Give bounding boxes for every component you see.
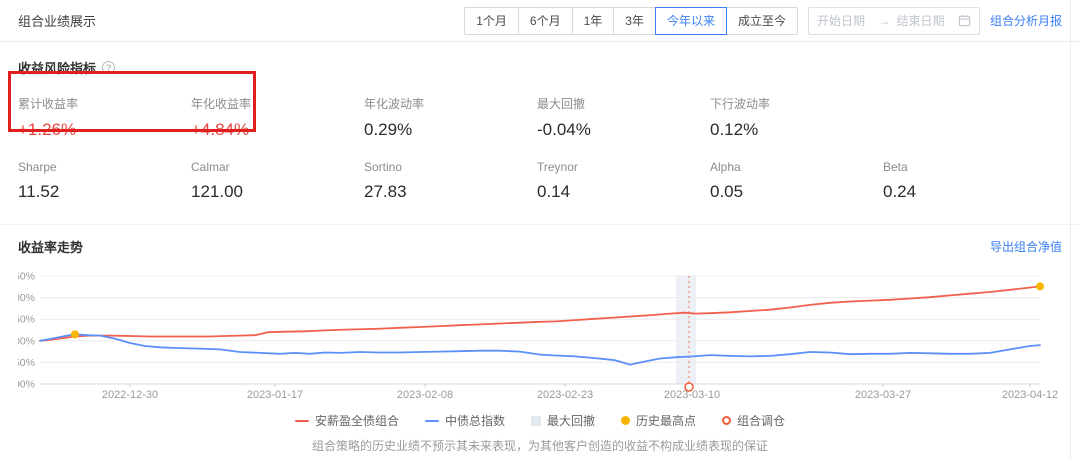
risk-metrics-section: 收益风险指标 ? 累计收益率 +1.26%年化收益率 +4.84%年化波动率 0.29… — [0, 42, 1080, 224]
legend-item-2[interactable]: 最大回撤 — [531, 412, 595, 429]
portfolio-performance-panel: 组合业绩展示 1个月6个月1年3年今年以来成立至今 开始日期 → 结束日期 组合… — [0, 0, 1080, 460]
panel-header: 组合业绩展示 1个月6个月1年3年今年以来成立至今 开始日期 → 结束日期 组合… — [0, 0, 1080, 42]
metric-Sortino: Sortino 27.83 — [364, 160, 537, 202]
y-axis-label: -0.50% — [18, 357, 35, 369]
chart-legend: 安薪盈全债组合 中债总指数 最大回撤 历史最高点 组合调仓 — [18, 412, 1062, 429]
x-axis-label: 2023-02-23 — [537, 389, 593, 401]
legend-label: 最大回撤 — [547, 412, 595, 429]
rebalance-marker-icon[interactable] — [685, 383, 693, 391]
export-net-value-link[interactable]: 导出组合净值 — [990, 238, 1062, 255]
end-date-input[interactable]: 结束日期 — [896, 12, 952, 29]
legend-line-icon — [425, 420, 439, 422]
metric-Treynor: Treynor 0.14 — [537, 160, 710, 202]
legend-item-4[interactable]: 组合调仓 — [722, 412, 785, 429]
metric-label: Calmar — [191, 160, 364, 174]
x-axis-label: 2023-03-27 — [855, 389, 911, 401]
metric-value: +4.84% — [191, 120, 364, 140]
range-button-0[interactable]: 1个月 — [464, 7, 519, 35]
metric-label: 年化波动率 — [364, 95, 537, 112]
y-axis-label: 0.00% — [18, 335, 35, 347]
start-date-input[interactable]: 开始日期 — [817, 12, 873, 29]
metric-value: 0.24 — [883, 182, 1056, 202]
metrics-row-1: Sharpe 11.52Calmar 121.00Sortino 27.83Treyn… — [18, 160, 1062, 202]
x-axis-label: 2023-02-08 — [397, 389, 453, 401]
metric-Beta: Beta 0.24 — [883, 160, 1056, 202]
metric-下行波动率: 下行波动率 0.12% — [710, 95, 883, 140]
legend-item-0[interactable]: 安薪盈全债组合 — [295, 412, 399, 429]
metrics-grid: 累计收益率 +1.26%年化收益率 +4.84%年化波动率 0.29%最大回撤 -0.0… — [18, 95, 1062, 202]
metric-年化收益率: 年化收益率 +4.84% — [191, 95, 364, 140]
metric-label: 下行波动率 — [710, 95, 883, 112]
series-line-1[interactable] — [40, 334, 1040, 364]
date-range-picker[interactable]: 开始日期 → 结束日期 — [808, 7, 980, 35]
metrics-row-0: 累计收益率 +1.26%年化收益率 +4.84%年化波动率 0.29%最大回撤 -0.0… — [18, 95, 1062, 140]
metric-累计收益率: 累计收益率 +1.26% — [18, 95, 191, 140]
help-icon[interactable]: ? — [102, 61, 115, 74]
legend-label: 中债总指数 — [445, 412, 505, 429]
monthly-report-link[interactable]: 组合分析月报 — [990, 12, 1062, 29]
y-axis-label: 1.00% — [18, 292, 35, 304]
legend-item-3[interactable]: 历史最高点 — [621, 412, 696, 429]
metric-value: +1.26% — [18, 120, 191, 140]
metric-Calmar: Calmar 121.00 — [191, 160, 364, 202]
series-line-0[interactable] — [40, 286, 1040, 340]
range-button-1[interactable]: 6个月 — [518, 7, 573, 35]
metric-value: 0.05 — [710, 182, 883, 202]
x-axis-label: 2023-04-12 — [1002, 389, 1058, 401]
metric-value: -0.04% — [537, 120, 710, 140]
metric-label: Beta — [883, 160, 1056, 174]
metric-label: Treynor — [537, 160, 710, 174]
trend-section-title: 收益率走势 — [18, 237, 83, 256]
metric-value: 0.12% — [710, 120, 883, 140]
metric-label: 年化收益率 — [191, 95, 364, 112]
returns-line-chart[interactable]: 1.50% 1.00% 0.50% 0.00% -0.50% -1.00% 2022-12-… — [18, 266, 1062, 404]
metric-Sharpe: Sharpe 11.52 — [18, 160, 191, 202]
max-drawdown-band — [676, 276, 696, 384]
metrics-section-title: 收益风险指标 — [18, 58, 96, 77]
metric-label: 最大回撤 — [537, 95, 710, 112]
time-range-button-group: 1个月6个月1年3年今年以来成立至今 — [464, 7, 798, 35]
disclaimer-text: 组合策略的历史业绩不预示其未来表现，为其他客户创造的收益不构成业绩表现的保证 — [18, 437, 1062, 454]
metric-label: Sortino — [364, 160, 537, 174]
calendar-icon — [958, 14, 971, 27]
metric-Alpha: Alpha 0.05 — [710, 160, 883, 202]
range-button-5[interactable]: 成立至今 — [726, 7, 798, 35]
legend-line-icon — [295, 420, 309, 422]
legend-label: 历史最高点 — [636, 412, 696, 429]
page-right-divider — [1070, 0, 1071, 460]
arrow-right-icon: → — [878, 14, 890, 28]
legend-item-1[interactable]: 中债总指数 — [425, 412, 505, 429]
return-trend-section: 收益率走势 导出组合净值 1.50% 1.00% 0.50% 0.00% -0.50% -… — [0, 224, 1080, 454]
metric-value: 27.83 — [364, 182, 537, 202]
header-controls: 1个月6个月1年3年今年以来成立至今 开始日期 → 结束日期 组合分析月报 — [464, 7, 1062, 35]
high-point-marker[interactable] — [71, 330, 79, 338]
y-axis-label: -1.00% — [18, 379, 35, 391]
legend-dot-icon — [621, 416, 630, 425]
metric-label: Alpha — [710, 160, 883, 174]
y-axis-label: 0.50% — [18, 314, 35, 326]
metric-value: 0.14 — [537, 182, 710, 202]
metric-年化波动率: 年化波动率 0.29% — [364, 95, 537, 140]
y-axis-label: 1.50% — [18, 271, 35, 283]
legend-ring-icon — [722, 416, 731, 425]
range-button-3[interactable]: 3年 — [613, 7, 656, 35]
legend-square-icon — [531, 416, 541, 426]
metric-value: 11.52 — [18, 182, 191, 202]
metric-value: 121.00 — [191, 182, 364, 202]
legend-label: 安薪盈全债组合 — [315, 412, 399, 429]
high-point-marker[interactable] — [1036, 282, 1044, 290]
metric-label: 累计收益率 — [18, 95, 191, 112]
metric-最大回撤: 最大回撤 -0.04% — [537, 95, 710, 140]
range-button-2[interactable]: 1年 — [572, 7, 615, 35]
x-axis-label: 2023-03-10 — [664, 389, 720, 401]
metric-label: Sharpe — [18, 160, 191, 174]
legend-label: 组合调仓 — [737, 412, 785, 429]
range-button-4[interactable]: 今年以来 — [655, 7, 727, 35]
page-title: 组合业绩展示 — [18, 11, 96, 30]
x-axis-label: 2022-12-30 — [102, 389, 158, 401]
metric-value: 0.29% — [364, 120, 537, 140]
x-axis-label: 2023-01-17 — [247, 389, 303, 401]
